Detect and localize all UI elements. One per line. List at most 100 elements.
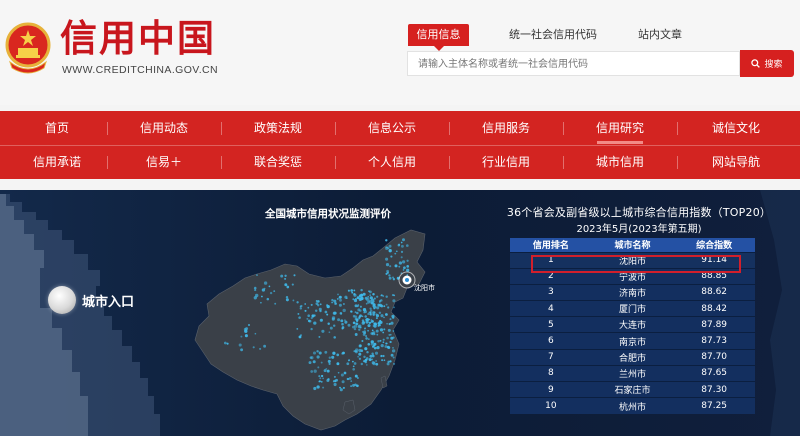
city-dot xyxy=(313,314,316,317)
city-dot xyxy=(298,335,302,339)
nav-item-disclosure[interactable]: 信息公示 xyxy=(335,111,449,145)
city-dot xyxy=(320,380,323,383)
nav-item-culture[interactable]: 诚信文化 xyxy=(679,111,793,145)
city-dot xyxy=(382,354,385,358)
city-dot xyxy=(383,359,386,362)
city-dot xyxy=(331,301,333,304)
nav-item-xinyi[interactable]: 信易＋ xyxy=(107,145,221,179)
city-dot xyxy=(388,244,392,248)
table-row[interactable]: 3 济南市 88.62 xyxy=(510,283,755,301)
city-dot xyxy=(269,291,273,295)
table-row[interactable]: 5 大连市 87.89 xyxy=(510,316,755,333)
city-dot xyxy=(365,302,368,305)
city-dot xyxy=(297,312,300,315)
nav-divider xyxy=(677,156,678,169)
table-row[interactable]: 9 石家庄市 87.30 xyxy=(510,380,755,398)
city-dot xyxy=(374,351,379,355)
site-url: WWW.CREDITCHINA.GOV.CN xyxy=(62,64,218,76)
city-dot xyxy=(348,359,350,362)
rank-cell: 10 xyxy=(510,397,592,414)
ranking-subtitle: 2023年5月(2023年第五期) xyxy=(576,224,702,235)
city-dot xyxy=(385,272,388,275)
national-emblem-icon[interactable] xyxy=(4,22,52,76)
city-dot xyxy=(355,350,358,354)
column-header-index: 综合指数 xyxy=(673,238,755,252)
main-nav: 首页 信用动态 政策法规 信息公示 信用服务 信用研究 诚信文化 信用承诺 信易… xyxy=(0,111,800,179)
search-tab-articles[interactable]: 站内文章 xyxy=(630,24,690,46)
city-dot xyxy=(337,371,340,374)
city-dot xyxy=(351,291,354,294)
table-row[interactable]: 6 南京市 87.73 xyxy=(510,332,755,350)
city-dot xyxy=(373,307,376,310)
city-dot xyxy=(352,321,356,325)
table-row[interactable]: 4 厦门市 88.42 xyxy=(510,300,755,317)
city-dot xyxy=(331,298,334,302)
nav-row-1: 首页 信用动态 政策法规 信息公示 信用服务 信用研究 诚信文化 xyxy=(0,111,800,145)
city-dot xyxy=(383,305,386,308)
city-dot xyxy=(383,328,386,331)
city-dot xyxy=(310,370,314,373)
city-dot xyxy=(329,326,333,330)
city-dot xyxy=(284,274,287,277)
city-dot xyxy=(338,295,342,299)
city-dot xyxy=(383,316,385,319)
toggle-knob-icon xyxy=(48,286,76,314)
city-dot xyxy=(263,281,268,285)
city-dot xyxy=(331,317,335,321)
city-dot xyxy=(300,304,303,308)
city-dot xyxy=(318,375,321,378)
city-dot xyxy=(341,326,345,329)
city-dot xyxy=(328,356,331,359)
city-dot xyxy=(375,314,380,318)
rank-cell: 4 xyxy=(510,300,592,317)
nav-item-rewards[interactable]: 联合奖惩 xyxy=(221,145,335,179)
table-row[interactable]: 10 杭州市 87.25 xyxy=(510,397,755,414)
city-dot xyxy=(380,355,383,358)
city-dot xyxy=(317,366,320,369)
city-entry-button[interactable]: 城市入口 xyxy=(48,286,134,314)
site-logo-text[interactable]: 信用中国 xyxy=(60,16,216,60)
credit-dashboard-banner[interactable]: 城市入口 全国城市信用状况监测评价 沈阳市 36个省会及副省级以上城市综合信用指… xyxy=(0,190,800,436)
search-button[interactable]: 搜索 xyxy=(740,50,794,77)
city-dot xyxy=(400,250,404,254)
city-dot xyxy=(368,358,372,362)
city-dot xyxy=(323,369,327,373)
city-dot xyxy=(375,360,377,362)
nav-row-2: 信用承诺 信易＋ 联合奖惩 个人信用 行业信用 城市信用 网站导航 xyxy=(0,145,800,179)
city-dot xyxy=(333,382,337,387)
nav-item-sitemap[interactable]: 网站导航 xyxy=(679,145,793,179)
city-dot xyxy=(248,324,250,326)
nav-item-industry[interactable]: 行业信用 xyxy=(449,145,563,179)
city-dot xyxy=(307,314,311,318)
city-dot xyxy=(400,244,404,248)
table-row[interactable]: 8 兰州市 87.65 xyxy=(510,364,755,382)
city-dot xyxy=(343,371,347,375)
nav-item-policy[interactable]: 政策法规 xyxy=(221,111,335,145)
city-dot xyxy=(339,386,341,389)
nav-item-home[interactable]: 首页 xyxy=(0,111,114,145)
city-dot xyxy=(255,293,259,298)
ranking-title: 36个省会及副省级以上城市综合信用指数（TOP20） xyxy=(506,206,772,219)
city-dot xyxy=(312,360,316,364)
search-tab-credit-info[interactable]: 信用信息 xyxy=(408,24,469,51)
nav-item-city[interactable]: 城市信用 xyxy=(563,145,677,179)
city-dot xyxy=(389,360,392,363)
table-row[interactable]: 7 合肥市 87.70 xyxy=(510,348,755,366)
nav-item-news[interactable]: 信用动态 xyxy=(107,111,221,145)
nav-item-services[interactable]: 信用服务 xyxy=(449,111,563,145)
city-dot xyxy=(400,256,403,259)
city-dot xyxy=(284,277,287,280)
nav-item-research[interactable]: 信用研究 xyxy=(563,111,677,145)
city-dot xyxy=(398,265,401,268)
city-dot xyxy=(244,334,248,338)
city-dot xyxy=(356,377,359,379)
search-input[interactable] xyxy=(408,53,739,76)
city-dot xyxy=(339,298,342,302)
china-map[interactable] xyxy=(185,220,480,436)
city-dot xyxy=(384,345,388,348)
search-tab-credit-code[interactable]: 统一社会信用代码 xyxy=(498,24,608,46)
nav-item-commitment[interactable]: 信用承诺 xyxy=(0,145,114,179)
city-dot xyxy=(378,321,382,325)
nav-item-personal[interactable]: 个人信用 xyxy=(335,145,449,179)
city-dot xyxy=(320,374,324,378)
